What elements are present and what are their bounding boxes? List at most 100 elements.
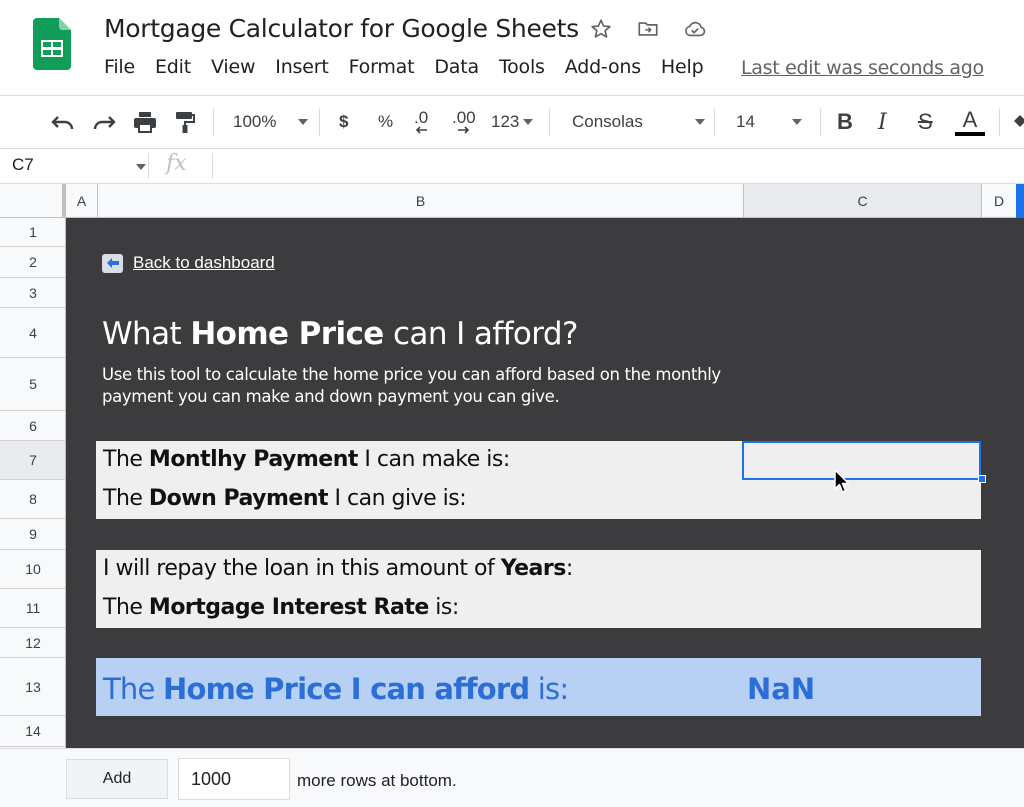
sheets-logo-icon[interactable] — [33, 18, 71, 70]
label-bold: Montlhy Payment — [148, 447, 358, 472]
row-header[interactable]: 10 — [0, 550, 65, 589]
column-header-a[interactable]: A — [66, 184, 98, 217]
page-description: Use this tool to calculate the home pric… — [102, 365, 721, 406]
font-name: Consolas — [572, 112, 643, 131]
menu-edit[interactable]: Edit — [155, 56, 191, 78]
text-color-label: A — [962, 107, 978, 132]
menu-data[interactable]: Data — [434, 56, 479, 78]
document-title[interactable]: Mortgage Calculator for Google Sheets — [104, 14, 579, 43]
text-color-swatch — [955, 132, 985, 136]
formula-divider — [148, 153, 149, 179]
zoom-select[interactable]: 100% — [233, 96, 309, 148]
select-all-corner[interactable] — [0, 184, 66, 217]
label-bold: Down Payment — [148, 486, 329, 511]
increase-decimal-button[interactable]: .00 — [452, 96, 476, 148]
add-rows-button[interactable]: Add — [66, 759, 168, 799]
percent-format-button[interactable]: % — [378, 96, 393, 148]
column-header-d[interactable]: D — [982, 184, 1016, 217]
row-header[interactable]: 1 — [0, 218, 65, 247]
row-header[interactable]: 13 — [0, 658, 65, 716]
label-post: is: — [529, 672, 569, 706]
label-pre: I will repay the loan in this amount of — [103, 556, 501, 581]
label-post: I can make is: — [357, 447, 510, 472]
print-icon[interactable] — [132, 96, 158, 148]
menu-bar: File Edit View Insert Format Data Tools … — [104, 56, 723, 78]
chevron-down-icon[interactable] — [136, 164, 146, 170]
row-header[interactable]: 14 — [0, 716, 65, 747]
frozen-column-handle[interactable] — [1016, 184, 1024, 218]
menu-help[interactable]: Help — [661, 56, 704, 78]
label-bold: Home Price I can afford — [162, 672, 530, 706]
toolbar-divider — [820, 108, 821, 136]
name-box[interactable]: C7 — [12, 155, 34, 175]
menu-insert[interactable]: Insert — [275, 56, 328, 78]
column-header-c[interactable]: C — [744, 184, 982, 217]
label-pre: The — [103, 595, 149, 620]
fill-handle[interactable] — [978, 475, 986, 483]
rows-count-input[interactable]: 1000 — [178, 758, 290, 800]
italic-button[interactable]: I — [878, 96, 887, 148]
chevron-down-icon — [694, 119, 705, 125]
star-icon[interactable] — [588, 16, 614, 42]
cloud-saved-icon[interactable] — [682, 16, 708, 42]
font-select[interactable]: Consolas — [572, 96, 705, 148]
chevron-down-icon — [298, 119, 309, 125]
toolbar-divider — [714, 108, 715, 136]
currency-format-button[interactable]: $ — [339, 96, 348, 148]
last-edit-link[interactable]: Last edit was seconds ago — [741, 57, 984, 79]
row-header[interactable]: 2 — [0, 247, 65, 278]
back-link-label: Back to dashboard — [133, 253, 275, 272]
label-pre: The — [103, 447, 149, 472]
chevron-down-icon — [791, 119, 802, 125]
row-header[interactable]: 8 — [0, 480, 65, 519]
sheet-grid[interactable]: Back to dashboard What Home Price can I … — [66, 218, 1024, 748]
text-color-button[interactable]: A — [955, 96, 985, 148]
move-to-folder-icon[interactable] — [635, 16, 661, 42]
undo-icon[interactable] — [50, 96, 76, 148]
down-payment-label: The Down Payment I can give is: — [103, 486, 467, 511]
decrease-decimal-button[interactable]: .0 — [414, 96, 428, 148]
menu-format[interactable]: Format — [349, 56, 415, 78]
selected-cell-c7[interactable] — [742, 441, 981, 480]
toolbar-divider — [213, 108, 214, 136]
paint-format-icon[interactable] — [174, 96, 196, 148]
font-size-value: 14 — [736, 112, 755, 131]
font-size-select[interactable]: 14 — [736, 96, 802, 148]
row-header[interactable]: 4 — [0, 308, 65, 358]
fx-icon: fx — [166, 151, 187, 176]
back-to-dashboard-link[interactable]: Back to dashboard — [102, 253, 275, 273]
label-post: I can give is: — [328, 486, 467, 511]
row-header[interactable]: 7 — [0, 441, 65, 480]
row-header[interactable]: 11 — [0, 589, 65, 628]
heading-post: can I afford? — [383, 316, 578, 352]
increase-decimal-label: .00 — [452, 108, 476, 127]
label-pre: The — [103, 486, 149, 511]
row-header[interactable]: 3 — [0, 278, 65, 308]
sheets-app: Mortgage Calculator for Google Sheets Fi… — [0, 0, 1024, 807]
more-formats-select[interactable]: 123 — [491, 96, 534, 148]
arrow-left-icon — [102, 253, 123, 273]
menu-file[interactable]: File — [104, 56, 135, 78]
menu-addons[interactable]: Add-ons — [565, 56, 641, 78]
loan-panel: I will repay the loan in this amount of … — [96, 550, 981, 628]
row-header[interactable]: 9 — [0, 519, 65, 550]
redo-icon[interactable] — [91, 96, 117, 148]
menu-tools[interactable]: Tools — [499, 56, 545, 78]
mouse-cursor-icon — [834, 469, 850, 493]
bottom-bar: Add 1000 more rows at bottom. — [0, 748, 1024, 807]
row-header[interactable]: 12 — [0, 628, 65, 658]
label-pre: The — [103, 672, 163, 706]
page-heading: What Home Price can I afford? — [102, 316, 578, 352]
decrease-decimal-label: .0 — [414, 108, 429, 127]
bold-button[interactable]: B — [837, 96, 853, 148]
column-header-b[interactable]: B — [98, 184, 744, 217]
zoom-value: 100% — [233, 112, 277, 131]
strikethrough-button[interactable]: S — [918, 96, 933, 148]
row-header[interactable]: 5 — [0, 358, 65, 411]
menu-view[interactable]: View — [211, 56, 255, 78]
label-bold: Mortgage Interest Rate — [148, 595, 429, 620]
fill-color-icon[interactable] — [1012, 96, 1024, 148]
loan-years-label: I will repay the loan in this amount of … — [103, 556, 573, 581]
row-header[interactable]: 6 — [0, 411, 65, 441]
monthly-payment-label: The Montlhy Payment I can make is: — [103, 447, 510, 472]
